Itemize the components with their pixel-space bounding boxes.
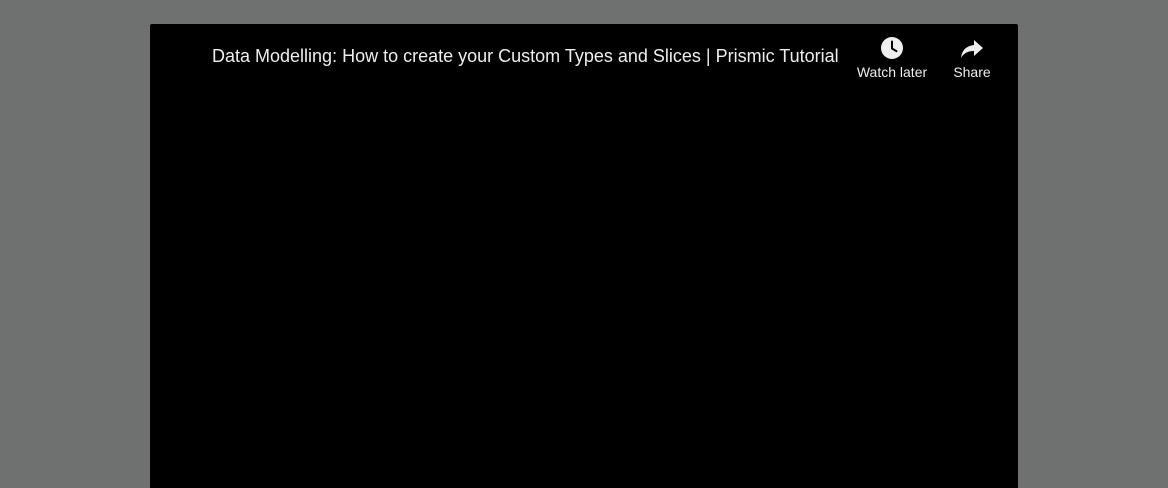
share-button[interactable]: Share	[944, 36, 1000, 81]
video-title[interactable]: Data Modelling: How to create your Custo…	[212, 44, 852, 68]
video-player[interactable]: Data Modelling: How to create your Custo…	[150, 24, 1018, 488]
clock-icon	[881, 37, 903, 59]
share-label: Share	[953, 64, 991, 80]
share-arrow-icon	[961, 40, 983, 58]
watch-later-label: Watch later	[856, 64, 928, 80]
watch-later-button[interactable]: Watch later	[852, 36, 932, 81]
